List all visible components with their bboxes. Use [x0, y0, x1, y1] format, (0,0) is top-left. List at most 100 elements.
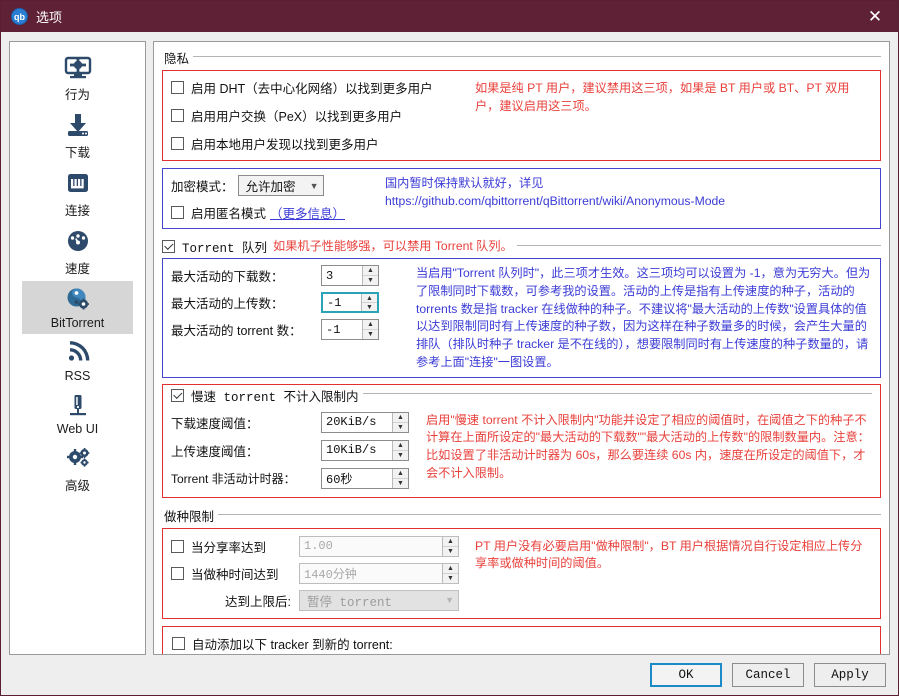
privacy-group: 隐私 启用 DHT（去中心化网络）以找到更多用户 启用用户交换（PeX）以找到更…	[162, 48, 881, 161]
stepper-down-icon[interactable]: ▼	[393, 451, 408, 460]
max-active-downloads-input[interactable]	[322, 266, 362, 285]
seeding-time-checkbox[interactable]	[171, 567, 184, 580]
queue-note: 当启用"Torrent 队列时"，此三项才生效。这三项均可以设置为 -1，意为无…	[406, 265, 872, 371]
stepper-buttons[interactable]: ▲ ▼	[362, 320, 378, 339]
stepper-up-icon[interactable]: ▲	[393, 413, 408, 423]
sidebar-item-label: 连接	[65, 200, 90, 219]
sidebar-item-behavior[interactable]: 行为	[22, 49, 133, 107]
stepper-buttons[interactable]: ▲ ▼	[442, 564, 458, 583]
max-active-torrents-row: 最大活动的 torrent 数： ▲ ▼	[171, 319, 406, 340]
seeding-limits-group: 做种限制 当分享率达到 ▲ ▼	[162, 506, 881, 619]
max-active-uploads-row: 最大活动的上传数： ▲ ▼	[171, 292, 406, 313]
anonymous-mode-checkbox[interactable]	[171, 206, 184, 219]
max-active-uploads-stepper[interactable]: ▲ ▼	[321, 292, 379, 313]
upload-rate-threshold-input[interactable]	[322, 441, 392, 460]
limit-action-label: 达到上限后:	[171, 591, 299, 610]
apply-button[interactable]: Apply	[814, 663, 886, 687]
stepper-up-icon[interactable]: ▲	[393, 469, 408, 479]
cancel-button[interactable]: Cancel	[732, 663, 804, 687]
sidebar-item-label: 速度	[65, 258, 90, 277]
stepper-down-icon[interactable]: ▼	[393, 479, 408, 488]
auto-add-tracker-checkbox[interactable]	[172, 637, 185, 650]
close-icon[interactable]: ✕	[852, 1, 898, 32]
sidebar: 行为 下载	[9, 41, 146, 655]
anonymous-mode-label: 启用匿名模式	[191, 203, 266, 222]
stepper-down-icon[interactable]: ▼	[393, 423, 408, 432]
stepper-buttons[interactable]: ▲ ▼	[392, 441, 408, 460]
stepper-buttons[interactable]: ▲ ▼	[442, 537, 458, 556]
download-rate-threshold-input[interactable]	[322, 413, 392, 432]
pex-checkbox-row[interactable]: 启用用户交换（PeX）以找到更多用户	[171, 106, 459, 125]
auto-add-tracker-row[interactable]: 自动添加以下 tracker 到新的 torrent:	[172, 634, 871, 653]
chevron-down-icon: ▼	[310, 181, 319, 191]
download-rate-threshold-label: 下载速度阈值：	[171, 413, 321, 432]
sidebar-item-advanced[interactable]: 高级	[22, 440, 133, 498]
stepper-down-icon[interactable]: ▼	[443, 574, 458, 583]
slow-torrent-note: 启用"慢速 torrent 不计入限制内"功能并设定了相应的阈值时，在阈值之下的…	[416, 412, 872, 483]
anonymous-mode-row[interactable]: 启用匿名模式 （更多信息）	[171, 203, 371, 222]
sidebar-item-bittorrent[interactable]: BitTorrent	[22, 281, 133, 334]
sidebar-item-downloads[interactable]: 下载	[22, 107, 133, 165]
limit-action-select[interactable]: 暂停 torrent ▼	[299, 590, 459, 611]
max-active-downloads-stepper[interactable]: ▲ ▼	[321, 265, 379, 286]
max-active-torrents-input[interactable]	[322, 320, 362, 339]
ratio-limit-input[interactable]	[300, 537, 442, 556]
ratio-limit-stepper[interactable]: ▲ ▼	[299, 536, 459, 557]
limit-action-row: 达到上限后: 暂停 torrent ▼	[171, 590, 461, 611]
download-rate-threshold-stepper[interactable]: ▲ ▼	[321, 412, 409, 433]
download-icon	[63, 110, 93, 140]
dht-checkbox-row[interactable]: 启用 DHT（去中心化网络）以找到更多用户	[171, 78, 459, 97]
sidebar-item-rss[interactable]: RSS	[22, 334, 133, 387]
lsd-checkbox-label: 启用本地用户发现以找到更多用户	[191, 134, 379, 153]
slow-torrent-checkbox[interactable]	[171, 389, 184, 402]
upload-rate-threshold-stepper[interactable]: ▲ ▼	[321, 440, 409, 461]
inactivity-timer-input[interactable]	[322, 469, 392, 488]
max-active-torrents-stepper[interactable]: ▲ ▼	[321, 319, 379, 340]
stepper-buttons[interactable]: ▲ ▼	[392, 469, 408, 488]
sidebar-item-connection[interactable]: 连接	[22, 165, 133, 223]
stepper-up-icon[interactable]: ▲	[443, 564, 458, 574]
sidebar-item-label: 下载	[65, 142, 90, 161]
torrent-queue-group: Torrent 队列 如果机子性能够强，可以禁用 Torrent 队列。 最大活…	[162, 237, 881, 378]
inactivity-timer-label: Torrent 非活动计时器：	[171, 470, 321, 487]
stepper-up-icon[interactable]: ▲	[393, 441, 408, 451]
stepper-up-icon[interactable]: ▲	[363, 266, 378, 276]
sidebar-item-speed[interactable]: 速度	[22, 223, 133, 281]
max-active-uploads-input[interactable]	[323, 294, 361, 311]
ratio-limit-row: 当分享率达到 ▲ ▼	[171, 536, 461, 557]
stepper-up-icon[interactable]: ▲	[362, 294, 377, 303]
privacy-group-label: 隐私	[162, 48, 193, 67]
stepper-up-icon[interactable]: ▲	[363, 320, 378, 330]
slow-torrent-label: 慢速 torrent 不计入限制内	[191, 386, 359, 405]
app-logo-icon: qb	[11, 8, 28, 25]
lsd-checkbox[interactable]	[171, 137, 184, 150]
slow-torrent-box: 慢速 torrent 不计入限制内 下载速度阈值： ▲	[162, 384, 881, 497]
pex-checkbox[interactable]	[171, 109, 184, 122]
encryption-mode-label: 加密模式：	[171, 176, 234, 195]
stepper-buttons[interactable]: ▲ ▼	[361, 294, 377, 311]
stepper-buttons[interactable]: ▲ ▼	[362, 266, 378, 285]
ratio-limit-checkbox[interactable]	[171, 540, 184, 553]
stepper-up-icon[interactable]: ▲	[443, 537, 458, 547]
seeding-box: 当分享率达到 ▲ ▼	[162, 528, 881, 619]
stepper-down-icon[interactable]: ▼	[363, 276, 378, 285]
stepper-down-icon[interactable]: ▼	[363, 330, 378, 339]
inactivity-timer-stepper[interactable]: ▲ ▼	[321, 468, 409, 489]
seeding-time-label: 当做种时间达到	[191, 564, 299, 583]
stepper-down-icon[interactable]: ▼	[362, 303, 377, 311]
server-icon	[63, 390, 93, 420]
settings-panel: 隐私 启用 DHT（去中心化网络）以找到更多用户 启用用户交换（PeX）以找到更…	[153, 41, 890, 655]
more-info-link[interactable]: （更多信息）	[270, 203, 345, 222]
ok-button[interactable]: OK	[650, 663, 722, 687]
auto-add-tracker-label: 自动添加以下 tracker 到新的 torrent:	[192, 634, 393, 653]
seeding-time-input[interactable]	[300, 564, 442, 583]
torrent-queue-checkbox[interactable]	[162, 240, 175, 253]
dialog-footer: OK Cancel Apply	[1, 655, 898, 695]
stepper-buttons[interactable]: ▲ ▼	[392, 413, 408, 432]
sidebar-item-webui[interactable]: Web UI	[22, 387, 133, 440]
encryption-mode-select[interactable]: 允许加密 ▼	[238, 175, 324, 196]
stepper-down-icon[interactable]: ▼	[443, 547, 458, 556]
lsd-checkbox-row[interactable]: 启用本地用户发现以找到更多用户	[171, 134, 459, 153]
seeding-time-stepper[interactable]: ▲ ▼	[299, 563, 459, 584]
dht-checkbox[interactable]	[171, 81, 184, 94]
